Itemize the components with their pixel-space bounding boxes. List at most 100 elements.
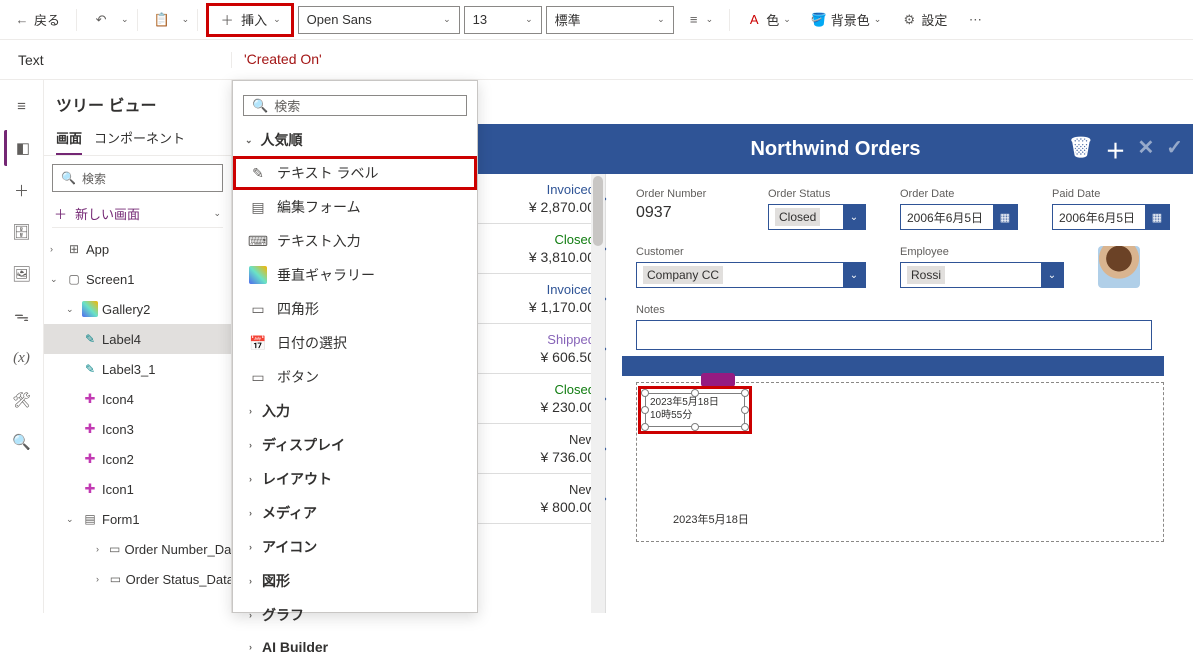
tree-icon4[interactable]: ✚ Icon4 (44, 384, 231, 414)
insert-date-picker[interactable]: 📅 日付の選択 (233, 326, 477, 360)
form-icon: ▤ (82, 511, 98, 527)
bg-color-button[interactable]: 🪣 背景色 ⌄ (803, 6, 890, 34)
font-select[interactable]: Open Sans ⌄ (298, 6, 460, 34)
tree-label4[interactable]: ✎ Label4 (44, 324, 231, 354)
rail-hamburger[interactable]: ≡ (4, 88, 40, 124)
insert-rectangle[interactable]: ▭ 四角形 (233, 292, 477, 326)
chevron-right-icon[interactable]: › (96, 574, 105, 584)
tree-card-ordernum[interactable]: › ▭ Order Number_DataCard (44, 534, 231, 564)
customer-select[interactable]: Company CC ⌄ (636, 262, 866, 288)
resize-handle[interactable] (691, 389, 699, 397)
tree-app[interactable]: › ⊞ App (44, 234, 231, 264)
tab-components[interactable]: コンポーネント (94, 122, 185, 155)
resize-handle[interactable] (641, 406, 649, 414)
insert-edit-form[interactable]: ▤ 編集フォーム (233, 190, 477, 224)
paid-date-picker[interactable]: 2006年6月5日 ▦ (1052, 204, 1170, 230)
tree-gallery2[interactable]: ⌄ Gallery2 (44, 294, 231, 324)
resize-handle[interactable] (741, 406, 749, 414)
undo-button[interactable]: ↶ (85, 6, 117, 34)
insert-text-label[interactable]: ✎ テキスト ラベル (233, 156, 477, 190)
resize-handle[interactable] (641, 423, 649, 431)
insert-cat-layout[interactable]: ›レイアウト (233, 462, 477, 496)
insert-cat-icons[interactable]: ›アイコン (233, 530, 477, 564)
add-icon[interactable]: ＋ (1105, 135, 1125, 164)
font-color-button[interactable]: A 色 ⌄ (738, 6, 799, 34)
chevron-right-icon[interactable]: › (96, 544, 105, 554)
formula-bar[interactable]: 'Created On' (232, 51, 1193, 69)
gallery2-canvas[interactable]: 2023年5月18日 10時55分 2023年5月18日 (636, 382, 1164, 542)
resize-handle[interactable] (741, 423, 749, 431)
icon-icon: ✚ (82, 451, 98, 467)
insert-edit-form-text: 編集フォーム (277, 197, 361, 217)
tree-icon2[interactable]: ✚ Icon2 (44, 444, 231, 474)
resize-handle[interactable] (691, 423, 699, 431)
rail-media[interactable]: 🖼 (4, 256, 40, 292)
order-list-item[interactable]: Closed¥ 3,810.00› (478, 224, 605, 274)
settings-button[interactable]: ⚙ 設定 (893, 6, 955, 34)
paste-chevron[interactable]: ⌄ (182, 14, 190, 25)
rail-search[interactable]: 🔍 (4, 424, 40, 460)
insert-text-input[interactable]: ⌨ テキスト入力 (233, 224, 477, 258)
rail-tree-view[interactable]: ◧ (4, 130, 40, 166)
cancel-icon[interactable]: ✕ (1137, 135, 1154, 164)
resize-handle[interactable] (641, 389, 649, 397)
order-list-item[interactable]: Shipped¥ 606.50› (478, 324, 605, 374)
tab-screens[interactable]: 画面 (56, 122, 82, 155)
rail-variables[interactable]: (x) (4, 340, 40, 376)
tree-screen1[interactable]: ⌄ ▢ Screen1 (44, 264, 231, 294)
insert-vertical-gallery[interactable]: 垂直ギャラリー (233, 258, 477, 292)
chevron-down-icon: ⌄ (783, 14, 791, 25)
insert-cat-ai[interactable]: ›AI Builder (233, 632, 477, 662)
paste-button[interactable]: 📋 (146, 6, 178, 34)
fontsize-select[interactable]: 13 ⌄ (464, 6, 542, 34)
rail-insert[interactable]: ＋ (4, 172, 40, 208)
insert-cat-media[interactable]: ›メディア (233, 496, 477, 530)
orders-scrollbar[interactable] (591, 174, 605, 613)
resize-handle[interactable] (741, 389, 749, 397)
tree-label3-1[interactable]: ✎ Label3_1 (44, 354, 231, 384)
insert-popular-header[interactable]: ⌄ 人気順 (233, 124, 477, 156)
label4-canvas[interactable]: 2023年5月18日 10時55分 (645, 393, 745, 427)
plus-icon: ＋ (219, 12, 235, 28)
tree-card-orderstatus[interactable]: › ▭ Order Status_DataCard (44, 564, 231, 594)
scrollbar-thumb[interactable] (593, 176, 603, 246)
new-screen-button[interactable]: ＋ 新しい画面 ⌄ (52, 200, 223, 228)
delete-icon[interactable]: 🗑 (1068, 135, 1093, 164)
rail-data[interactable]: 🗄 (4, 214, 40, 250)
gallery-template-tab[interactable] (701, 373, 735, 387)
notes-input[interactable] (636, 320, 1152, 350)
label-icon: ✎ (82, 331, 98, 347)
employee-select[interactable]: Rossi ⌄ (900, 262, 1064, 288)
insert-cat-input[interactable]: ›入力 (233, 394, 477, 428)
order-list-item[interactable]: Invoiced¥ 1,170.00› (478, 274, 605, 324)
tree-icon1[interactable]: ✚ Icon1 (44, 474, 231, 504)
order-status-select[interactable]: Closed ⌄ (768, 204, 866, 230)
order-date-picker[interactable]: 2006年6月5日 ▦ (900, 204, 1018, 230)
align-button[interactable]: ≡ ⌄ (678, 6, 722, 34)
chevron-down-icon[interactable]: ⌄ (66, 514, 78, 525)
save-icon[interactable]: ✓ (1166, 135, 1183, 164)
order-list-item[interactable]: Invoiced¥ 2,870.00› (478, 174, 605, 224)
fontweight-select[interactable]: 標準 ⌄ (546, 6, 674, 34)
insert-cat-shapes[interactable]: ›図形 (233, 564, 477, 598)
rail-advanced-tools[interactable]: 🛠 (4, 382, 40, 418)
insert-button[interactable]: ▭ ボタン (233, 360, 477, 394)
more-button[interactable]: ⋯ (959, 6, 991, 34)
order-list-item[interactable]: New¥ 736.00› (478, 424, 605, 474)
insert-cat-charts[interactable]: ›グラフ (233, 598, 477, 632)
insert-search[interactable]: 🔍 検索 (243, 95, 467, 116)
tree-form1[interactable]: ⌄ ▤ Form1 (44, 504, 231, 534)
property-selector[interactable]: Text (0, 52, 232, 68)
chevron-down-icon[interactable]: ⌄ (66, 304, 78, 315)
undo-chevron[interactable]: ⌄ (121, 14, 129, 25)
tree-icon3[interactable]: ✚ Icon3 (44, 414, 231, 444)
chevron-down-icon[interactable]: ⌄ (50, 274, 62, 285)
insert-button[interactable]: ＋ 挿入 ⌄ (206, 3, 294, 37)
order-list-item[interactable]: Closed¥ 230.00› (478, 374, 605, 424)
back-button[interactable]: ← 戻る (6, 6, 68, 34)
order-list-item[interactable]: New¥ 800.00› (478, 474, 605, 524)
tree-search[interactable]: 🔍 検索 (52, 164, 223, 192)
rail-power-automate[interactable]: ᯓ (4, 298, 40, 334)
insert-cat-display[interactable]: ›ディスプレイ (233, 428, 477, 462)
chevron-right-icon[interactable]: › (50, 244, 62, 254)
